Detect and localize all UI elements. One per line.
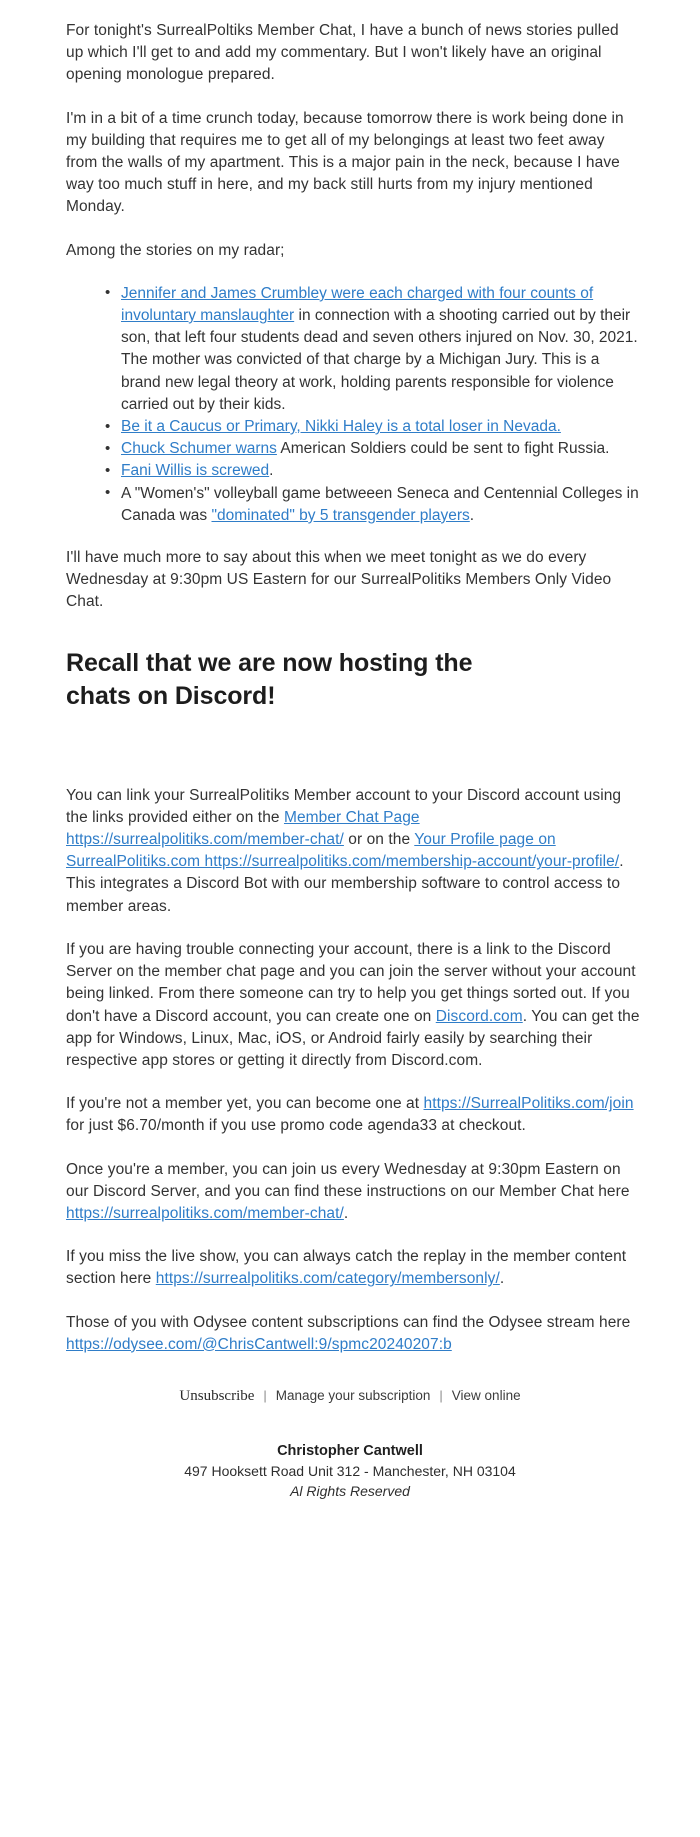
story-link-nikki-haley[interactable]: Be it a Caucus or Primary, Nikki Haley i… (121, 418, 561, 435)
closing-paragraph: I'll have much more to say about this wh… (66, 549, 612, 611)
unsubscribe-link[interactable]: Unsubscribe (179, 1388, 254, 1404)
list-item: Fani Willis is screwed. (105, 460, 640, 482)
heading-spacer (66, 713, 640, 785)
story-text-fani-willis: . (269, 462, 274, 480)
footer-link-row: Unsubscribe | Manage your subscription | Vie… (40, 1386, 660, 1406)
join-link[interactable]: https://SurrealPolitiks.com/join (424, 1095, 634, 1112)
replay-para-part2: . (499, 1270, 505, 1288)
list-item: A "Women's" volleyball game betweeen Sen… (105, 482, 640, 527)
join-membership-paragraph: If you're not a member yet, you can beco… (66, 1093, 640, 1137)
discord-trouble-paragraph: If you are having trouble connecting you… (66, 939, 640, 1072)
list-item: Jennifer and James Crumbley were each ch… (105, 282, 640, 416)
intro-paragraph-2: I'm in a bit of a time crunch today, bec… (66, 109, 624, 216)
member-instructions-paragraph: Once you're a member, you can join us ev… (66, 1159, 640, 1226)
list-item: Be it a Caucus or Primary, Nikki Haley i… (105, 416, 640, 438)
intro-paragraph-1: For tonight's SurrealPoltiks Member Chat… (66, 22, 619, 84)
footer-separator-2: | (439, 1387, 443, 1403)
story-link-volleyball[interactable]: "dominated" by 5 transgender players (211, 507, 469, 524)
member-chat-url-link[interactable]: https://surrealpolitiks.com/member-chat/ (66, 1205, 344, 1222)
story-link-chuck-schumer[interactable]: Chuck Schumer warns (121, 440, 277, 457)
email-footer: Unsubscribe | Manage your subscription | Vie… (0, 1386, 700, 1512)
replay-paragraph: If you miss the live show, you can alway… (66, 1246, 640, 1290)
member-para-part2: . (343, 1204, 349, 1222)
story-text-chuck-schumer: American Soldiers could be sent to fight… (276, 440, 610, 458)
view-online-link[interactable]: View online (452, 1388, 521, 1403)
odysee-para-part1: Those of you with Odysee content subscri… (66, 1313, 631, 1331)
news-story-list: Jennifer and James Crumbley were each ch… (66, 282, 640, 527)
list-item: Chuck Schumer warns American Soldiers co… (105, 438, 640, 460)
join-para-part2: for just $6.70/month if you use promo co… (66, 1117, 526, 1135)
page-title: Recall that we are now hosting the chats… (66, 648, 473, 710)
discord-com-link[interactable]: Discord.com (436, 1008, 523, 1025)
sender-street-address: 497 Hooksett Road Unit 312 - Manchester,… (184, 1463, 516, 1480)
manage-subscription-link[interactable]: Manage your subscription (276, 1388, 431, 1403)
odysee-paragraph: Those of you with Odysee content subscri… (66, 1312, 640, 1356)
discord-link-paragraph: You can link your SurrealPolitiks Member… (66, 785, 640, 918)
rights-reserved-text: Al Rights Reserved (290, 1482, 410, 1499)
email-content-body: For tonight's SurrealPoltiks Member Chat… (0, 0, 700, 1356)
footer-separator-1: | (263, 1387, 267, 1403)
join-para-part1: If you're not a member yet, you can beco… (66, 1095, 424, 1113)
story-link-fani-willis[interactable]: Fani Willis is screwed (121, 462, 269, 479)
sender-address-block: Christopher Cantwell 497 Hooksett Road U… (40, 1442, 660, 1502)
discord-link-para-part2: or on the (343, 831, 415, 849)
intro-paragraph-3: Among the stories on my radar; (66, 241, 285, 259)
odysee-stream-link[interactable]: https://odysee.com/@ChrisCantwell:9/spmc… (66, 1336, 452, 1353)
member-para-part1: Once you're a member, you can join us ev… (66, 1160, 630, 1200)
membersonly-category-link[interactable]: https://surrealpolitiks.com/category/mem… (156, 1270, 500, 1287)
sender-name: Christopher Cantwell (277, 1442, 423, 1459)
story-text-volleyball-tail: . (469, 506, 475, 524)
